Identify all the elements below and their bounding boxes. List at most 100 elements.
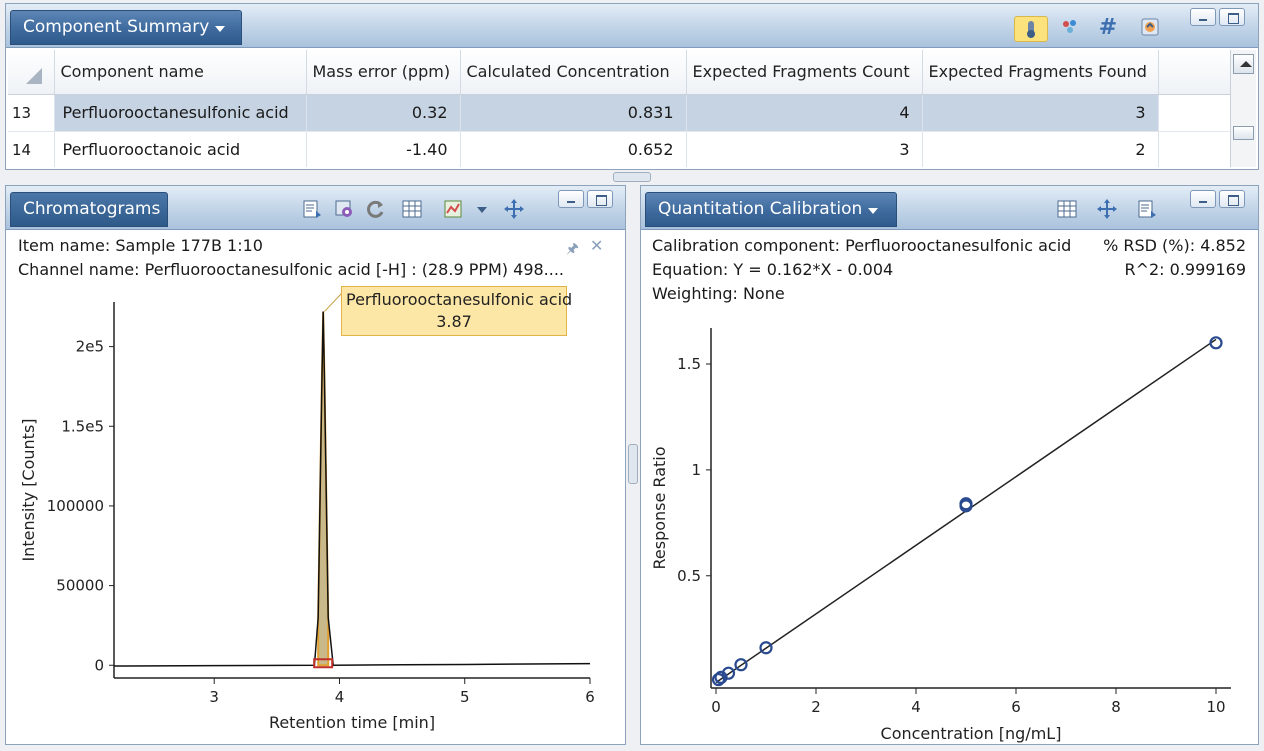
peak-annotation: Perfluorooctanesulfonic acid 3.87	[341, 286, 573, 336]
component-summary-window-buttons	[1190, 8, 1245, 26]
minimize-button[interactable]	[1190, 190, 1216, 208]
table-icon[interactable]	[400, 198, 424, 220]
y-tick-label: 1	[691, 461, 701, 479]
x-tick-label: 5	[460, 688, 470, 706]
table-row[interactable]: 14 Perfluorooctanoic acid -1.40 0.652 3 …	[8, 131, 1231, 167]
table-row[interactable]: 13 Perfluorooctanesulfonic acid 0.32 0.8…	[8, 94, 1231, 132]
cell-empty	[1158, 94, 1231, 132]
channel-name: Channel name: Perfluorooctanesulfonic ac…	[18, 260, 565, 279]
overlay-dropdown-chevron-icon[interactable]	[470, 198, 494, 220]
report-icon[interactable]	[300, 198, 324, 220]
x-tick-label: 2	[811, 698, 821, 716]
column-header-calculated-concentration[interactable]: Calculated Concentration	[460, 50, 687, 95]
cell-mass-error: -1.40	[306, 131, 461, 167]
cell-empty	[1158, 131, 1231, 167]
component-summary-titlebar: Component Summary #	[6, 4, 1258, 48]
x-tick-label: 8	[1111, 698, 1121, 716]
chevron-down-icon	[868, 207, 879, 214]
chromatogram-plot[interactable]: 0 50000 100000 1.5e5 2e5 3 4 5 6 Retention time […	[6, 284, 625, 744]
horizontal-splitter-handle[interactable]	[613, 172, 651, 182]
chromatograms-titlebar: Chromatograms	[6, 186, 625, 230]
calibration-panel: Quantitation Calibration Calibration com…	[640, 185, 1259, 745]
x-axis-title: Retention time [min]	[269, 713, 435, 732]
column-header-mass-error[interactable]: Mass error (ppm)	[306, 50, 461, 95]
minimize-button[interactable]	[558, 190, 584, 208]
export-icon[interactable]	[1138, 16, 1162, 38]
scroll-thumb[interactable]	[1233, 126, 1254, 140]
molecule-icon[interactable]	[1058, 16, 1082, 38]
cell-mass-error: 0.32	[306, 94, 461, 132]
component-table-grid: Component name Mass error (ppm) Calculat…	[8, 50, 1231, 167]
scroll-up-button[interactable]	[1233, 54, 1254, 74]
y-tick-label: 1.5	[677, 355, 701, 373]
x-axis-title: Concentration [ng/mL]	[881, 724, 1062, 743]
x-tick-label: 4	[335, 688, 345, 706]
y-tick-label: 1.5e5	[61, 417, 104, 435]
minimize-button[interactable]	[1190, 8, 1216, 26]
table-header-row: Component name Mass error (ppm) Calculat…	[8, 50, 1231, 95]
row-index: 14	[8, 131, 55, 167]
row-index: 13	[8, 94, 55, 132]
overlay-icon[interactable]	[442, 198, 466, 220]
close-icon[interactable]: ✕	[590, 236, 606, 255]
component-table: Component name Mass error (ppm) Calculat…	[8, 50, 1256, 167]
refresh-icon[interactable]	[364, 198, 388, 220]
x-tick-label: 6	[585, 688, 595, 706]
vertical-splitter-handle[interactable]	[628, 444, 638, 484]
component-summary-title: Component Summary	[23, 17, 210, 37]
x-tick-label: 4	[911, 698, 921, 716]
calibration-title: Quantitation Calibration	[658, 199, 863, 219]
report-icon[interactable]	[1135, 198, 1159, 220]
y-axis-title: Intensity [Counts]	[19, 418, 38, 561]
cell-expected-fragments-found: 3	[922, 94, 1159, 132]
item-name: Item name: Sample 177B 1:10	[18, 236, 263, 255]
calibration-weighting: Weighting: None	[652, 284, 785, 303]
column-header-expected-fragments-count[interactable]: Expected Fragments Count	[686, 50, 923, 95]
component-summary-menu[interactable]: Component Summary	[10, 10, 242, 45]
table-vertical-scrollbar[interactable]	[1230, 50, 1256, 167]
filter-toggle-icon[interactable]	[1014, 16, 1048, 42]
maximize-button[interactable]	[1219, 8, 1245, 26]
cell-component-name: Perfluorooctanoic acid	[54, 131, 307, 167]
cell-expected-fragments-found: 2	[922, 131, 1159, 167]
cell-expected-fragments-count: 4	[686, 94, 923, 132]
maximize-button[interactable]	[587, 190, 613, 208]
maximize-button[interactable]	[1219, 190, 1245, 208]
component-summary-panel: Component Summary # Component name Mass …	[5, 3, 1259, 170]
y-tick-label: 100000	[47, 497, 104, 515]
hash-icon[interactable]: #	[1096, 15, 1120, 40]
select-all-corner[interactable]	[8, 50, 55, 95]
calibration-rsd: % RSD (%): 4.852	[1103, 236, 1246, 255]
pan-icon[interactable]	[1095, 198, 1119, 220]
calibration-titlebar: Quantitation Calibration	[641, 186, 1258, 230]
calibration-menu[interactable]: Quantitation Calibration	[645, 192, 897, 227]
x-tick-label: 0	[711, 698, 721, 716]
chevron-down-icon	[215, 25, 226, 32]
y-axis-title: Response Ratio	[650, 446, 669, 569]
calibration-r2: R^2: 0.999169	[1124, 260, 1246, 279]
column-header-expected-fragments-found[interactable]: Expected Fragments Found	[922, 50, 1159, 95]
x-tick-label: 3	[209, 688, 219, 706]
table-icon[interactable]	[1055, 198, 1079, 220]
chromatograms-title: Chromatograms	[23, 199, 161, 219]
calibration-window-buttons	[1190, 190, 1245, 208]
calibration-component: Calibration component: Perfluorooctanesu…	[652, 236, 1072, 255]
peak-annotation-name: Perfluorooctanesulfonic acid	[346, 290, 573, 309]
cell-calculated-concentration: 0.831	[460, 94, 687, 132]
calibration-plot[interactable]: 0.5 1 1.5 0 2 4 6 8 10 Concentration [ng/mL] Respo…	[641, 308, 1258, 744]
settings-icon[interactable]	[332, 198, 356, 220]
pan-icon[interactable]	[502, 198, 526, 220]
pin-icon[interactable]: 🖈	[566, 238, 582, 257]
x-tick-label: 6	[1011, 698, 1021, 716]
y-tick-label: 50000	[56, 577, 104, 595]
chromatogram-trace	[113, 311, 591, 667]
chromatograms-panel: Chromatograms Item name: Sample 177B 1:1…	[5, 185, 626, 745]
column-header-component-name[interactable]: Component name	[54, 50, 307, 95]
chromatograms-tab[interactable]: Chromatograms	[10, 192, 168, 227]
cell-expected-fragments-count: 3	[686, 131, 923, 167]
calibration-equation: Equation: Y = 0.162*X - 0.004	[652, 260, 894, 279]
y-tick-label: 2e5	[76, 338, 104, 356]
peak-annotation-rt: 3.87	[436, 312, 472, 331]
x-tick-label: 10	[1206, 698, 1225, 716]
column-header-empty	[1158, 50, 1231, 95]
